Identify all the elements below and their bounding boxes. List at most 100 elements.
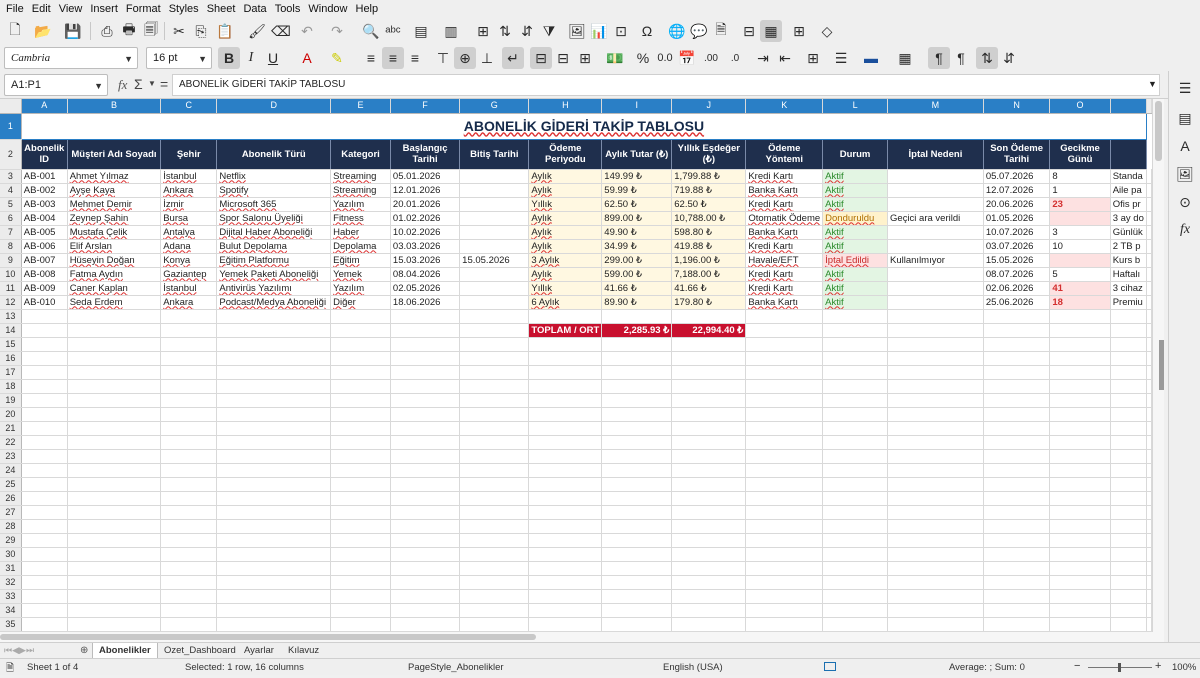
empty-cell[interactable] <box>21 575 68 590</box>
new-icon[interactable]: 🗋 <box>4 20 26 42</box>
align-bottom-icon[interactable]: ⊥ <box>476 47 498 69</box>
empty-cell[interactable] <box>671 379 747 394</box>
empty-cell[interactable] <box>887 603 984 618</box>
empty-cell[interactable] <box>1146 323 1152 338</box>
empty-cell[interactable] <box>459 575 530 590</box>
data-cell[interactable]: Yemek <box>330 267 391 282</box>
data-cell[interactable]: Hüseyin Doğan <box>67 253 162 268</box>
empty-cell[interactable] <box>459 379 530 394</box>
empty-cell[interactable] <box>390 575 461 590</box>
data-cell[interactable]: 20.06.2026 <box>983 197 1051 212</box>
data-cell[interactable]: 62.50 ₺ <box>601 197 673 212</box>
empty-cell[interactable] <box>21 435 68 450</box>
menu-item-view[interactable]: View <box>57 3 89 15</box>
column-title[interactable]: Müşteri Adı Soyadı <box>67 139 162 170</box>
empty-cell[interactable] <box>216 477 332 492</box>
empty-cell[interactable] <box>1146 337 1152 352</box>
empty-cell[interactable] <box>1146 197 1152 212</box>
bold-icon[interactable]: B <box>218 47 240 69</box>
empty-cell[interactable] <box>983 575 1051 590</box>
redo-icon[interactable]: ↷ <box>326 20 348 42</box>
empty-cell[interactable] <box>1049 491 1111 506</box>
sum-dropdown-icon[interactable]: ▼ <box>148 79 156 88</box>
empty-cell[interactable] <box>671 505 747 520</box>
empty-cell[interactable] <box>459 407 530 422</box>
empty-cell[interactable] <box>528 561 603 576</box>
empty-cell[interactable] <box>528 407 603 422</box>
row-header[interactable]: 35 <box>0 617 22 632</box>
empty-cell[interactable] <box>1146 365 1152 380</box>
data-cell[interactable]: Ahmet Yılmaz <box>67 169 162 184</box>
data-cell[interactable]: 10.02.2026 <box>390 225 461 240</box>
data-cell[interactable]: 18 <box>1049 295 1111 310</box>
empty-cell[interactable] <box>390 533 461 548</box>
data-cell[interactable]: AB-003 <box>21 197 68 212</box>
empty-cell[interactable] <box>1049 421 1111 436</box>
empty-cell[interactable] <box>887 323 984 338</box>
data-cell[interactable]: 25.06.2026 <box>983 295 1051 310</box>
empty-cell[interactable] <box>1146 435 1152 450</box>
empty-cell[interactable] <box>671 351 747 366</box>
empty-cell[interactable] <box>67 505 162 520</box>
empty-cell[interactable] <box>390 323 461 338</box>
data-cell[interactable] <box>887 267 984 282</box>
empty-cell[interactable] <box>1146 533 1152 548</box>
empty-cell[interactable] <box>887 463 984 478</box>
insert-chart-icon[interactable]: 📊 <box>588 20 610 42</box>
empty-cell[interactable] <box>983 561 1051 576</box>
column-title[interactable] <box>1110 139 1148 170</box>
empty-cell[interactable] <box>822 323 889 338</box>
empty-cell[interactable] <box>1146 379 1152 394</box>
empty-cell[interactable] <box>601 575 673 590</box>
empty-cell[interactable] <box>390 393 461 408</box>
empty-cell[interactable] <box>216 617 332 632</box>
tab-navigation-icon[interactable]: ⏮◀▶⏭ <box>4 645 66 657</box>
empty-cell[interactable] <box>216 449 332 464</box>
empty-cell[interactable] <box>1049 337 1111 352</box>
data-cell[interactable] <box>887 225 984 240</box>
empty-cell[interactable] <box>528 617 603 632</box>
row-header[interactable]: 3 <box>0 169 22 184</box>
empty-cell[interactable] <box>21 477 68 492</box>
column-title[interactable]: İptal Nedeni <box>887 139 984 170</box>
empty-cell[interactable] <box>1110 477 1148 492</box>
data-cell[interactable]: Streaming <box>330 183 391 198</box>
data-cell[interactable]: 18.06.2026 <box>390 295 461 310</box>
empty-cell[interactable] <box>528 351 603 366</box>
data-cell[interactable]: 3 ay do <box>1110 211 1148 226</box>
empty-cell[interactable] <box>390 519 461 534</box>
empty-cell[interactable] <box>1146 169 1152 184</box>
empty-cell[interactable] <box>745 435 824 450</box>
empty-cell[interactable] <box>671 519 747 534</box>
empty-cell[interactable] <box>1049 477 1111 492</box>
empty-cell[interactable] <box>983 365 1051 380</box>
print-preview-icon[interactable]: 🗐 <box>140 20 162 42</box>
data-cell[interactable]: Kredi Kartı <box>745 281 824 296</box>
empty-cell[interactable] <box>745 505 824 520</box>
data-cell[interactable]: 05.07.2026 <box>983 169 1051 184</box>
formula-icon[interactable]: = <box>160 76 168 92</box>
show-draw-functions-icon[interactable]: ◇ <box>816 20 838 42</box>
empty-cell[interactable] <box>601 519 673 534</box>
define-print-area-icon[interactable]: ⊟ <box>738 20 760 42</box>
empty-cell[interactable] <box>1146 617 1152 632</box>
vertical-text-icon[interactable]: ⇵ <box>998 47 1020 69</box>
data-cell[interactable]: Zeynep Şahin <box>67 211 162 226</box>
data-cell[interactable]: 599.00 ₺ <box>601 267 673 282</box>
data-cell[interactable]: Microsoft 365 <box>216 197 332 212</box>
empty-cell[interactable] <box>1146 295 1152 310</box>
empty-cell[interactable] <box>160 519 218 534</box>
empty-cell[interactable] <box>983 463 1051 478</box>
empty-cell[interactable] <box>601 477 673 492</box>
empty-cell[interactable] <box>745 337 824 352</box>
empty-cell[interactable] <box>887 351 984 366</box>
empty-cell[interactable] <box>67 617 162 632</box>
empty-cell[interactable] <box>160 449 218 464</box>
empty-cell[interactable] <box>160 603 218 618</box>
column-title[interactable]: Ödeme Periyodu <box>528 139 603 170</box>
empty-cell[interactable] <box>671 407 747 422</box>
tab-ozet-dashboard[interactable]: Ozet_Dashboard <box>158 643 242 658</box>
expand-formula-icon[interactable]: ▼ <box>1148 79 1157 89</box>
menu-item-data[interactable]: Data <box>241 3 272 15</box>
empty-cell[interactable] <box>1110 435 1148 450</box>
